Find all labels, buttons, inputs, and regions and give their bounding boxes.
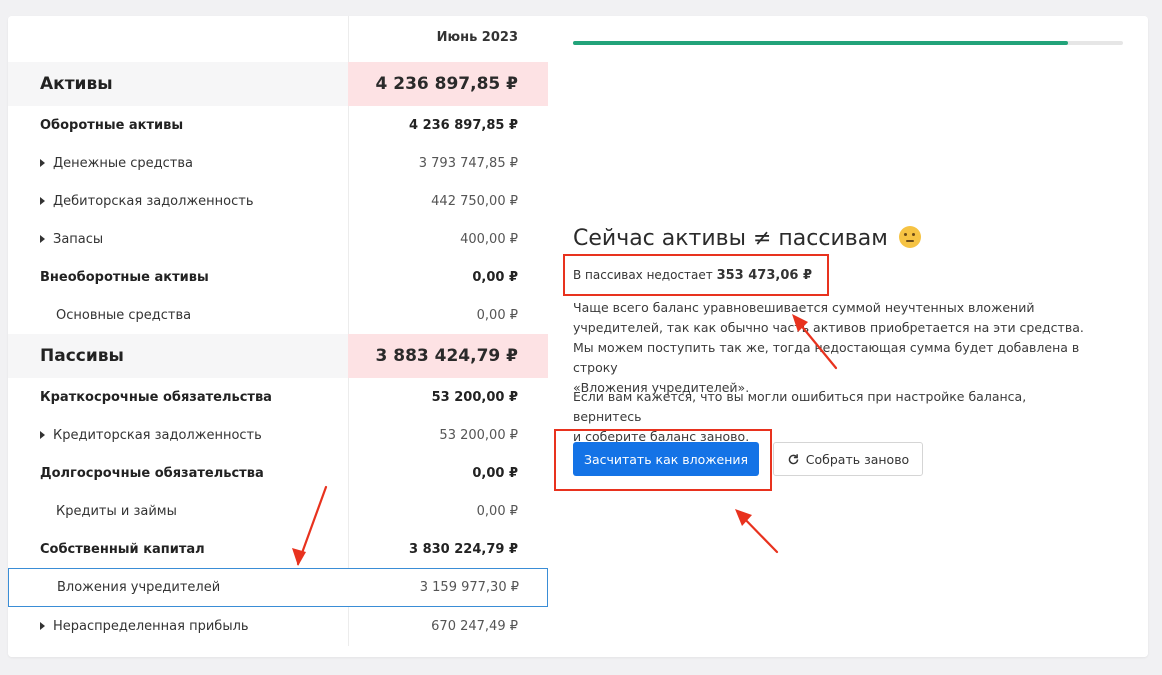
row-label-text: Кредиты и займы: [56, 503, 177, 519]
table-row[interactable]: Кредиторская задолженность 53 200,00 ₽: [8, 416, 548, 454]
row-label: Основные средства: [56, 296, 191, 334]
explanation-line: Мы можем поступить так же, тогда недоста…: [573, 340, 1080, 375]
table-row[interactable]: Краткосрочные обязательства 53 200,00 ₽: [8, 378, 548, 416]
row-label: Собственный капитал: [40, 530, 205, 568]
section-row[interactable]: Пассивы 3 883 424,79 ₽: [8, 334, 548, 378]
row-value: 3 883 424,79 ₽: [348, 334, 548, 378]
row-label: Нераспределенная прибыль: [40, 607, 249, 645]
row-label-text: Внеоборотные активы: [40, 269, 209, 285]
annotation-box-shortage: [563, 254, 829, 296]
balance-check-panel: Сейчас активы ≠ пассивам В пассивах недо…: [548, 16, 1148, 657]
row-label-text: Долгосрочные обязательства: [40, 465, 264, 481]
row-label: Дебиторская задолженность: [40, 182, 254, 220]
row-value: 3 830 224,79 ₽: [409, 541, 518, 557]
balance-card: Июнь 2023 Активы 4 236 897,85 ₽ Оборотные …: [8, 16, 1148, 657]
row-value: 53 200,00 ₽: [431, 389, 518, 405]
row-value: 53 200,00 ₽: [439, 427, 518, 443]
row-label: Пассивы: [40, 334, 124, 378]
expand-caret-icon[interactable]: [40, 622, 45, 630]
row-label-text: Собственный капитал: [40, 541, 205, 557]
row-label: Внеоборотные активы: [40, 258, 209, 296]
row-value: 0,00 ₽: [476, 307, 518, 323]
row-value: 4 236 897,85 ₽: [348, 62, 548, 106]
row-value: 0,00 ₽: [472, 465, 518, 481]
table-row[interactable]: Дебиторская задолженность 442 750,00 ₽: [8, 182, 548, 220]
row-value: 3 159 977,30 ₽: [419, 580, 519, 595]
row-value: 0,00 ₽: [476, 503, 518, 519]
expand-caret-icon[interactable]: [40, 159, 45, 167]
row-label: Краткосрочные обязательства: [40, 378, 272, 416]
row-label: Вложения учредителей: [57, 569, 220, 606]
panel-title: Сейчас активы ≠ пассивам: [573, 226, 921, 251]
thinking-face-icon: [898, 226, 921, 248]
rebuild-button-label: Собрать заново: [805, 451, 910, 467]
row-value: 670 247,49 ₽: [431, 618, 518, 634]
explanation-paragraph: Чаще всего баланс уравновешивается суммо…: [573, 298, 1093, 398]
row-label-text: Запасы: [53, 231, 104, 247]
table-row[interactable]: Долгосрочные обязательства 0,00 ₽: [8, 454, 548, 492]
row-label-text: Денежные средства: [53, 155, 193, 171]
row-label-text: Нераспределенная прибыль: [53, 618, 249, 634]
row-label: Кредиты и займы: [56, 492, 177, 530]
annotation-box-button: [554, 429, 772, 491]
section-row[interactable]: Активы 4 236 897,85 ₽: [8, 62, 548, 106]
table-row[interactable]: Внеоборотные активы 0,00 ₽: [8, 258, 548, 296]
row-label-text: Дебиторская задолженность: [53, 193, 254, 209]
row-label-text: Вложения учредителей: [57, 580, 221, 595]
progress-fill: [573, 41, 1068, 45]
row-label: Оборотные активы: [40, 106, 183, 144]
table-row[interactable]: Собственный капитал 3 830 224,79 ₽: [8, 530, 548, 568]
row-label-text: Оборотные активы: [40, 117, 184, 133]
table-row[interactable]: Запасы 400,00 ₽: [8, 220, 548, 258]
row-label-text: Пассивы: [40, 346, 124, 366]
panel-title-text: Сейчас активы ≠ пассивам: [573, 226, 888, 251]
row-label-text: Активы: [40, 74, 113, 94]
rebuild-button[interactable]: Собрать заново: [773, 442, 923, 476]
row-label: Активы: [40, 62, 113, 106]
row-value: 3 793 747,85 ₽: [418, 155, 518, 171]
row-value: 0,00 ₽: [472, 269, 518, 285]
table-row[interactable]: Оборотные активы 4 236 897,85 ₽: [8, 106, 548, 144]
balance-table: Июнь 2023 Активы 4 236 897,85 ₽ Оборотные …: [8, 16, 548, 657]
row-label-text: Основные средства: [56, 307, 192, 323]
row-label: Запасы: [40, 220, 103, 258]
row-value: 400,00 ₽: [460, 231, 518, 247]
row-label-text: Кредиторская задолженность: [53, 427, 262, 443]
table-row[interactable]: Вложения учредителей 3 159 977,30 ₽: [8, 568, 548, 607]
period-header: Июнь 2023: [436, 30, 518, 45]
table-row[interactable]: Кредиты и займы 0,00 ₽: [8, 492, 548, 530]
progress-bar: [573, 41, 1123, 45]
explanation-line: Чаще всего баланс уравновешивается суммо…: [573, 300, 1035, 315]
expand-caret-icon[interactable]: [40, 197, 45, 205]
hint-line: Если вам кажется, что вы могли ошибиться…: [573, 389, 1027, 424]
explanation-line: учредителей, так как обычно часть активо…: [573, 320, 1084, 335]
refresh-icon: [788, 453, 799, 464]
row-label-text: Краткосрочные обязательства: [40, 389, 272, 405]
table-row[interactable]: Денежные средства 3 793 747,85 ₽: [8, 144, 548, 182]
row-label: Долгосрочные обязательства: [40, 454, 264, 492]
row-value: 4 236 897,85 ₽: [409, 117, 518, 133]
row-label: Денежные средства: [40, 144, 193, 182]
row-value: 442 750,00 ₽: [431, 193, 518, 209]
table-row[interactable]: Основные средства 0,00 ₽: [8, 296, 548, 334]
expand-caret-icon[interactable]: [40, 431, 45, 439]
expand-caret-icon[interactable]: [40, 235, 45, 243]
table-header: Июнь 2023: [8, 16, 548, 62]
row-label: Кредиторская задолженность: [40, 416, 262, 454]
table-row[interactable]: Нераспределенная прибыль 670 247,49 ₽: [8, 607, 548, 645]
